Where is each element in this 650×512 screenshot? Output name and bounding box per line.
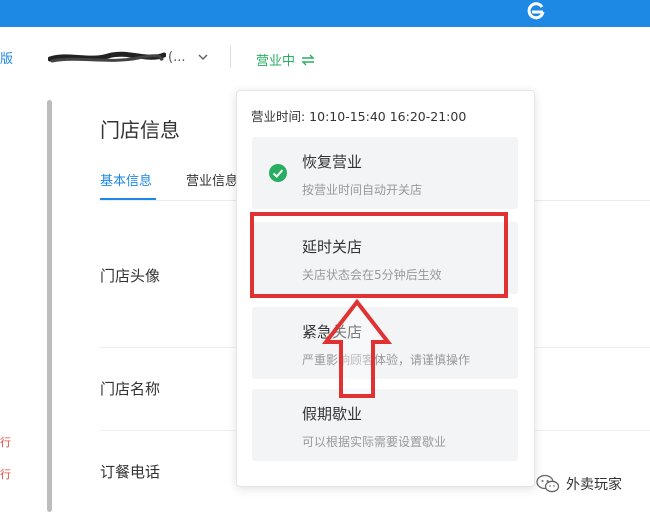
- tab-business-info[interactable]: 营业信息: [186, 170, 238, 189]
- left-edge-red-glyph: 行: [0, 468, 11, 481]
- option-desc: 可以根据实际需要设置歇业: [302, 435, 447, 449]
- option-delay-close[interactable]: 延时关店 关店状态会在5分钟后生效: [252, 222, 518, 294]
- option-title: 延时关店: [302, 238, 363, 256]
- option-title: 恢复营业: [302, 153, 363, 171]
- option-holiday-closure[interactable]: 假期歇业 可以根据实际需要设置歇业: [252, 389, 518, 461]
- page-title: 门店信息: [100, 118, 180, 142]
- sidebar-scrollbar[interactable]: [47, 100, 52, 512]
- left-edge-red-glyph: 行: [0, 436, 11, 449]
- tab-basic-info[interactable]: 基本信息: [100, 170, 152, 189]
- watermark-text: 外卖玩家: [566, 477, 622, 493]
- store-name-suffix[interactable]: (...: [168, 50, 185, 65]
- field-label-name: 门店名称: [100, 380, 161, 398]
- option-emergency-close[interactable]: 紧急关店 严重影响顾客体验，请谨慎操作: [252, 307, 518, 379]
- status-label: 营业中: [256, 54, 296, 69]
- option-desc: 关店状态会在5分钟后生效: [302, 268, 442, 282]
- option-title: 假期歇业: [302, 405, 363, 423]
- field-label-phone: 订餐电话: [100, 463, 161, 481]
- business-hours: 营业时间: 10:10-15:40 16:20-21:00: [251, 109, 467, 124]
- switch-arrows-icon: [301, 54, 315, 65]
- top-bar: [0, 0, 650, 27]
- header-divider: [230, 46, 231, 68]
- check-circle-icon: [269, 164, 287, 182]
- wechat-icon: [536, 474, 560, 493]
- watermark: 外卖玩家: [536, 474, 622, 494]
- option-desc: 严重影响顾客体验，请谨慎操作: [302, 353, 471, 367]
- business-status-dropdown: 营业时间: 10:10-15:40 16:20-21:00 恢复营业 按营业时间…: [236, 90, 535, 487]
- option-resume-business[interactable]: 恢复营业 按营业时间自动开关店: [252, 137, 518, 209]
- store-name-redacted[interactable]: [48, 50, 166, 66]
- chevron-down-icon[interactable]: [198, 52, 208, 62]
- field-label-avatar: 门店头像: [100, 267, 161, 285]
- left-edge-glyph: 版: [0, 52, 14, 67]
- business-status-toggle[interactable]: 营业中: [256, 50, 315, 69]
- option-title: 紧急关店: [302, 323, 363, 341]
- brand-logo-icon: [527, 2, 545, 20]
- option-desc: 按营业时间自动开关店: [302, 183, 423, 197]
